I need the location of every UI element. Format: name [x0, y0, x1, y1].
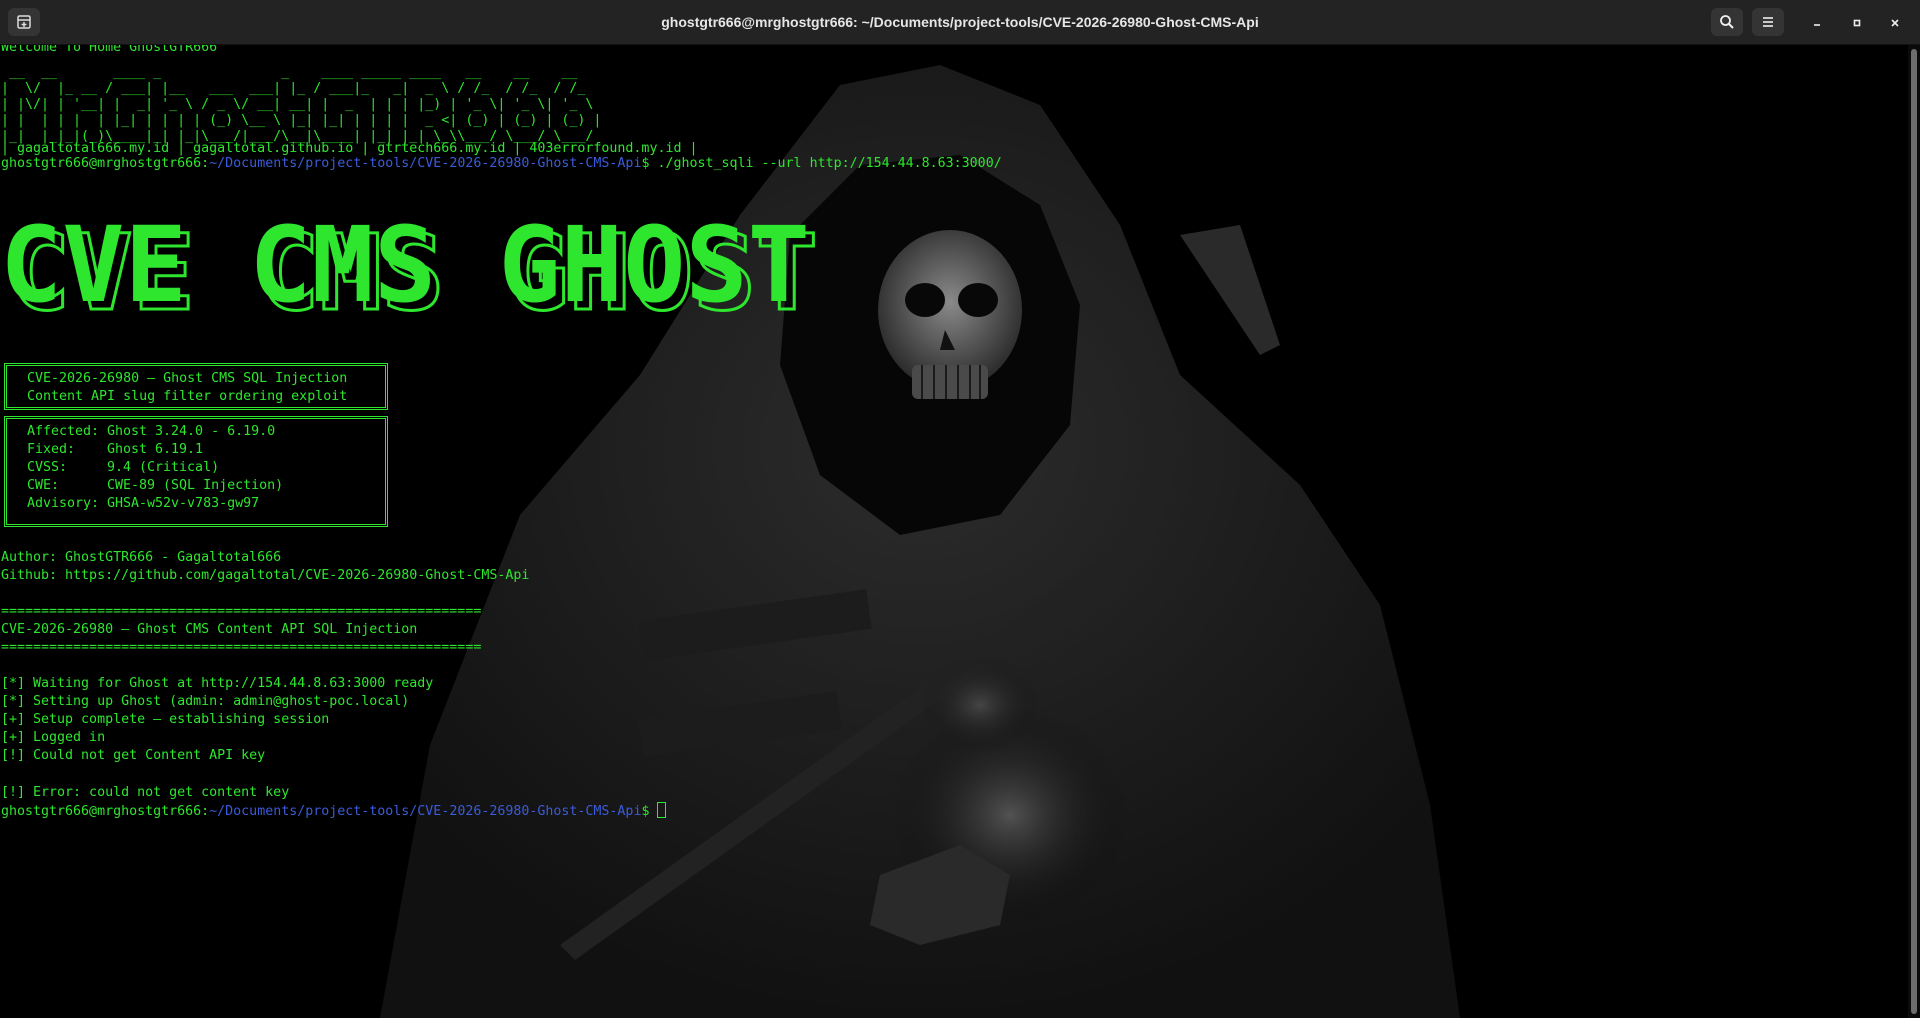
title-bar: ghostgtr666@mrghostgtr666: ~/Documents/p…	[0, 0, 1920, 45]
terminal-view[interactable]: Welcome To Home GhostGTR666 __ __ ____ _…	[0, 45, 1908, 1018]
separator-line: ========================================…	[1, 640, 482, 655]
maximize-button[interactable]	[1846, 12, 1868, 34]
banner-text: CVE CMS GHOST	[0, 217, 810, 326]
detail-key: Advisory:	[27, 496, 100, 511]
log-line: [*] Waiting for Ghost at http://154.44.8…	[1, 676, 434, 691]
prompt-colon: :	[201, 804, 210, 819]
detail-value: Ghost 6.19.1	[107, 442, 204, 457]
box-header-line: CVE-2026-26980 — Ghost CMS SQL Injection	[27, 371, 348, 386]
ascii-art-line: __ __ ____ _ _ ____ _____ ____ __ __ __	[1, 65, 578, 80]
detail-value: Ghost 3.24.0 - 6.19.0	[107, 424, 276, 439]
cve-info-box-header: CVE-2026-26980 — Ghost CMS SQL Injection…	[4, 363, 388, 410]
window-title: ghostgtr666@mrghostgtr666: ~/Documents/p…	[661, 14, 1259, 30]
detail-row: CVSS: 9.4 (Critical)	[27, 459, 365, 477]
ascii-art-line: | \/ |_ __ / ___| |__ ___ ___| |_ / ___|…	[1, 81, 586, 96]
author-line: Author: GhostGTR666 - Gagaltotal666	[1, 550, 282, 565]
box-header-line: Content API slug filter ordering exploit	[27, 389, 348, 404]
log-line: [+] Logged in	[1, 730, 106, 745]
detail-row: Affected: Ghost 3.24.0 - 6.19.0	[27, 423, 365, 441]
background-reaper-image	[380, 65, 1460, 1018]
search-button[interactable]	[1711, 8, 1743, 36]
prompt-command: ./ghost_sqli --url http://154.44.8.63:30…	[657, 156, 1002, 171]
detail-value: CWE-89 (SQL Injection)	[107, 478, 284, 493]
separator-line: ========================================…	[1, 604, 482, 619]
detail-value: 9.4 (Critical)	[107, 460, 220, 475]
prompt-user: ghostgtr666@mrghostgtr666	[1, 804, 202, 819]
prompt-colon: :	[201, 156, 210, 171]
prompt-symbol: $	[641, 156, 658, 171]
minimize-icon	[1814, 24, 1820, 26]
close-button[interactable]	[1884, 12, 1906, 34]
search-icon	[1720, 15, 1734, 29]
detail-key: Fixed:	[27, 442, 76, 457]
detail-key: CVSS:	[27, 460, 68, 475]
log-line: [*] Setting up Ghost (admin: admin@ghost…	[1, 694, 410, 709]
section-title: CVE-2026-26980 — Ghost CMS Content API S…	[1, 622, 418, 637]
prompt-path: ~/Documents/project-tools/CVE-2026-26980…	[209, 156, 642, 171]
log-line: [!] Could not get Content API key	[1, 748, 266, 763]
detail-value: GHSA-w52v-v783-gw97	[107, 496, 260, 511]
error-line: [!] Error: could not get content key	[1, 785, 290, 800]
text-cursor	[657, 802, 667, 818]
menu-button[interactable]	[1752, 8, 1784, 36]
cve-cms-ghost-banner: CVE CMS GHOST CVE CMS GHOST	[0, 217, 820, 327]
log-line: [+] Setup complete — establishing sessio…	[1, 712, 330, 727]
command-prompt: ghostgtr666@mrghostgtr666:~/Documents/pr…	[1, 155, 1002, 173]
detail-key: CWE:	[27, 478, 60, 493]
terminal-window: ghostgtr666@mrghostgtr666: ~/Documents/p…	[0, 0, 1920, 1018]
ascii-art-line: | | | | | | |_| | | | | (_) \__ \ |_| |_…	[1, 113, 602, 128]
prompt-user: ghostgtr666@mrghostgtr666	[1, 156, 202, 171]
command-prompt-current[interactable]: ghostgtr666@mrghostgtr666:~/Documents/pr…	[1, 802, 667, 821]
detail-row: Fixed: Ghost 6.19.1	[27, 441, 365, 459]
detail-row: Advisory: GHSA-w52v-v783-gw97	[27, 495, 365, 513]
detail-key: Affected:	[27, 424, 100, 439]
prompt-symbol: $	[641, 804, 658, 819]
ascii-art-line: | |\/| | '__| | _| '_ \ / _ \/ __| __| |…	[1, 97, 594, 112]
maximize-icon	[1853, 19, 1861, 27]
welcome-line: Welcome To Home GhostGTR666	[1, 45, 218, 55]
prompt-path: ~/Documents/project-tools/CVE-2026-26980…	[209, 804, 642, 819]
detail-row: CWE: CWE-89 (SQL Injection)	[27, 477, 365, 495]
vertical-scrollbar[interactable]	[1908, 45, 1920, 1018]
ascii-art-logo: __ __ ____ _ _ ____ _____ ____ __ __ __ |…	[1, 65, 601, 145]
github-line: Github: https://github.com/gagaltotal/CV…	[1, 568, 530, 583]
minimize-button[interactable]	[1806, 12, 1828, 34]
scrollbar-thumb[interactable]	[1911, 49, 1917, 1014]
cve-info-box-details: Affected: Ghost 3.24.0 - 6.19.0 Fixed: Gho…	[4, 416, 388, 527]
close-icon	[1891, 19, 1899, 27]
hamburger-menu-icon	[1763, 17, 1773, 27]
